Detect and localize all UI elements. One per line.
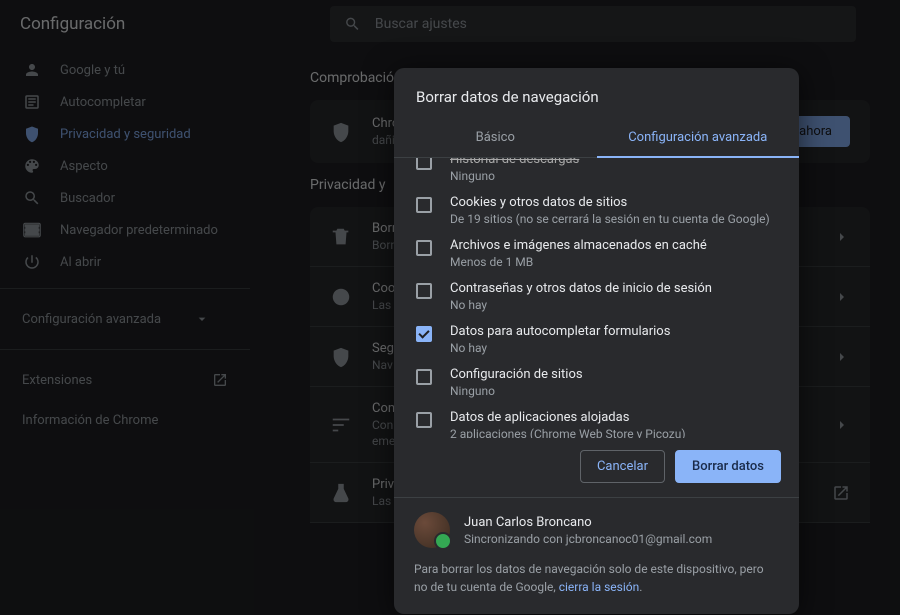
checkbox-title: Contraseñas y otros datos de inicio de s…	[450, 281, 712, 296]
checkbox-sub: Ninguno	[450, 169, 579, 183]
dialog-title: Borrar datos de navegación	[394, 68, 799, 120]
dialog-tabs: Básico Configuración avanzada	[394, 120, 799, 158]
checkbox[interactable]	[416, 240, 432, 256]
checkbox[interactable]	[416, 158, 432, 170]
checkbox-sub: De 19 sitios (no se cerrará la sesión en…	[450, 212, 770, 226]
checkbox-title: Datos de aplicaciones alojadas	[450, 410, 686, 425]
checkbox[interactable]	[416, 197, 432, 213]
cancel-button[interactable]: Cancelar	[580, 450, 665, 483]
footnote: Para borrar los datos de navegación solo…	[414, 560, 779, 596]
checkbox[interactable]	[416, 412, 432, 428]
footnote-post: .	[639, 580, 642, 594]
clear-data-button[interactable]: Borrar datos	[675, 450, 781, 483]
dialog-scroll[interactable]: Historial de descargas Ninguno Cookies y…	[394, 158, 799, 438]
dialog-footer: Juan Carlos Broncano Sincronizando con j…	[394, 497, 799, 614]
checkbox-row-autofill[interactable]: Datos para autocompletar formularios No …	[410, 318, 783, 361]
checkbox-row-site-settings[interactable]: Configuración de sitios Ninguno	[410, 361, 783, 404]
checkbox-row-passwords[interactable]: Contraseñas y otros datos de inicio de s…	[410, 275, 783, 318]
checkbox-row-cookies[interactable]: Cookies y otros datos de sitios De 19 si…	[410, 189, 783, 232]
checkbox[interactable]	[416, 326, 432, 342]
checkbox-title: Historial de descargas	[450, 158, 579, 167]
checkbox-title: Cookies y otros datos de sitios	[450, 195, 770, 210]
sync-user-row: Juan Carlos Broncano Sincronizando con j…	[414, 512, 779, 548]
checkbox-title: Datos para autocompletar formularios	[450, 324, 670, 339]
checkbox-title: Archivos e imágenes almacenados en caché	[450, 238, 707, 253]
sign-out-link[interactable]: cierra la sesión	[559, 580, 640, 594]
dialog-actions: Cancelar Borrar datos	[394, 438, 799, 497]
checkbox-row-downloads[interactable]: Historial de descargas Ninguno	[410, 158, 783, 189]
avatar	[414, 512, 450, 548]
tab-basic[interactable]: Básico	[394, 120, 597, 157]
checkbox[interactable]	[416, 369, 432, 385]
checkbox-row-hosted-apps[interactable]: Datos de aplicaciones alojadas 2 aplicac…	[410, 404, 783, 438]
clear-data-dialog: Borrar datos de navegación Básico Config…	[394, 68, 799, 614]
user-name: Juan Carlos Broncano	[464, 515, 712, 530]
checkbox-sub: Menos de 1 MB	[450, 255, 707, 269]
checkbox-sub: 2 aplicaciones (Chrome Web Store y Picoz…	[450, 427, 686, 438]
checkbox-sub: No hay	[450, 341, 670, 355]
checkbox-sub: No hay	[450, 298, 712, 312]
checkbox-sub: Ninguno	[450, 384, 583, 398]
checkbox[interactable]	[416, 283, 432, 299]
checkbox-row-cache[interactable]: Archivos e imágenes almacenados en caché…	[410, 232, 783, 275]
user-sync-status: Sincronizando con jcbroncanoc01@gmail.co…	[464, 532, 712, 546]
tab-advanced[interactable]: Configuración avanzada	[597, 120, 800, 157]
dialog-body: Historial de descargas Ninguno Cookies y…	[394, 158, 799, 438]
checkbox-title: Configuración de sitios	[450, 367, 583, 382]
